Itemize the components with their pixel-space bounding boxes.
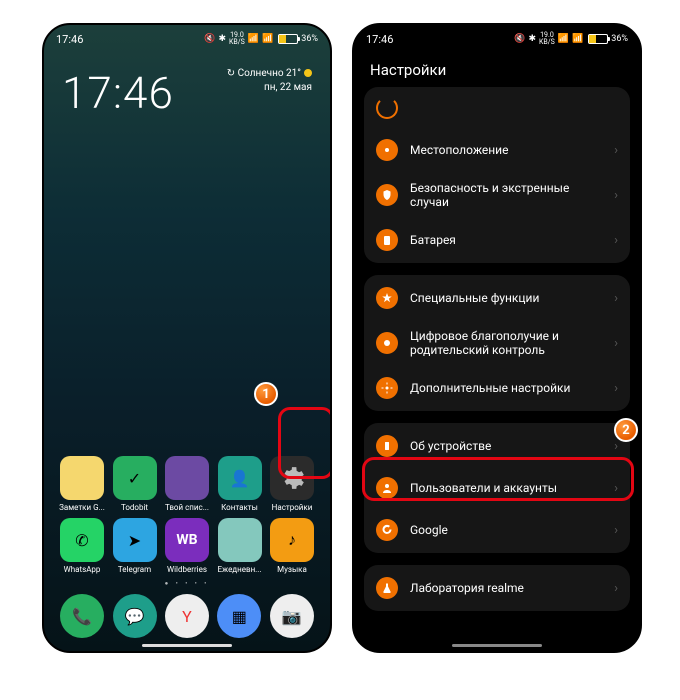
app-telegram[interactable]: ➤Telegram bbox=[109, 518, 161, 574]
clock-widget[interactable]: 17:46 bbox=[62, 67, 174, 119]
location-icon bbox=[376, 139, 398, 161]
settings-group-4: Лаборатория realme› bbox=[364, 565, 630, 611]
chevron-right-icon: › bbox=[614, 233, 618, 248]
settings-group-1: Местоположение› Безопасность и экстренны… bbox=[364, 87, 630, 263]
phone-settings: 17:46 🔇✱ 19.0KB/S 📶📶 36% Настройки Место… bbox=[352, 23, 642, 653]
dock-messages[interactable]: 💬 bbox=[113, 594, 157, 638]
settings-group-3: Об устройстве› Пользователи и аккаунты› … bbox=[364, 423, 630, 553]
chevron-right-icon: › bbox=[614, 523, 618, 538]
app-daily[interactable]: Ежедневн... bbox=[214, 518, 266, 574]
settings-row-security[interactable]: Безопасность и экстренные случаи› bbox=[364, 171, 630, 219]
status-bar: 17:46 🔇✱ 19.0KB/S 📶📶 36% bbox=[354, 25, 640, 49]
dock-browser[interactable]: Y bbox=[165, 594, 209, 638]
google-icon bbox=[376, 519, 398, 541]
settings-row-location[interactable]: Местоположение› bbox=[364, 129, 630, 171]
step-badge-1: 1 bbox=[254, 382, 278, 406]
phone-icon bbox=[376, 435, 398, 457]
dock-phone[interactable]: 📞 bbox=[60, 594, 104, 638]
battery-icon bbox=[588, 34, 608, 44]
status-icons: 🔇✱ 19.0KB/S 📶📶 36% bbox=[514, 32, 628, 46]
dock: 📞 💬 Y ▦ 📷 bbox=[44, 594, 330, 641]
status-time: 17:46 bbox=[366, 33, 393, 46]
flask-icon bbox=[376, 577, 398, 599]
status-time: 17:46 bbox=[56, 33, 83, 46]
home-indicator[interactable] bbox=[142, 644, 232, 647]
settings-row-additional[interactable]: Дополнительные настройки› bbox=[364, 367, 630, 409]
shield-icon bbox=[376, 184, 398, 206]
wellbeing-icon bbox=[376, 332, 398, 354]
settings-row-users[interactable]: Пользователи и аккаунты› bbox=[364, 467, 630, 509]
settings-row-lab[interactable]: Лаборатория realme› bbox=[364, 567, 630, 609]
status-bar: 17:46 🔇✱ 19.0KB/S 📶📶 36% bbox=[44, 25, 330, 49]
app-contacts[interactable]: 👤Контакты bbox=[214, 456, 266, 512]
chevron-right-icon: › bbox=[614, 143, 618, 158]
chevron-right-icon: › bbox=[614, 581, 618, 596]
page-indicator: ● • • • • bbox=[56, 580, 318, 587]
app-list[interactable]: Твой спис... bbox=[161, 456, 213, 512]
chevron-right-icon: › bbox=[614, 336, 618, 351]
dock-camera[interactable]: 📷 bbox=[270, 594, 314, 638]
chevron-right-icon: › bbox=[614, 439, 618, 454]
settings-row-google[interactable]: Google› bbox=[364, 509, 630, 551]
app-grid: Заметки G... ✓Todobit Твой спис... 👤Конт… bbox=[44, 456, 330, 591]
dock-gallery[interactable]: ▦ bbox=[217, 594, 261, 638]
settings-group-2: Специальные функции› Цифровое благополуч… bbox=[364, 275, 630, 411]
chevron-right-icon: › bbox=[614, 381, 618, 396]
app-wildberries[interactable]: WBWildberries bbox=[161, 518, 213, 574]
chevron-right-icon: › bbox=[614, 291, 618, 306]
app-settings[interactable]: Настройки bbox=[266, 456, 318, 512]
settings-row-special[interactable]: Специальные функции› bbox=[364, 277, 630, 319]
settings-row-wellbeing[interactable]: Цифровое благополучие и родительский кон… bbox=[364, 319, 630, 367]
step-badge-2: 2 bbox=[614, 418, 638, 442]
star-icon bbox=[376, 287, 398, 309]
app-todobit[interactable]: ✓Todobit bbox=[109, 456, 161, 512]
home-indicator[interactable] bbox=[452, 644, 542, 647]
app-whatsapp[interactable]: ✆WhatsApp bbox=[56, 518, 108, 574]
status-icons: 🔇✱ 19.0KB/S 📶📶 36% bbox=[204, 32, 318, 46]
chevron-right-icon: › bbox=[614, 188, 618, 203]
app-music[interactable]: ♪Музыка bbox=[266, 518, 318, 574]
gear-icon bbox=[279, 465, 305, 491]
app-notes[interactable]: Заметки G... bbox=[56, 456, 108, 512]
spinner-icon bbox=[376, 97, 398, 119]
battery-icon bbox=[376, 229, 398, 251]
battery-icon bbox=[278, 34, 298, 44]
settings-row-about[interactable]: Об устройстве› bbox=[364, 425, 630, 467]
chevron-right-icon: › bbox=[614, 481, 618, 496]
user-icon bbox=[376, 477, 398, 499]
page-title: Настройки bbox=[354, 49, 640, 89]
weather-widget[interactable]: ↻ Солнечно 21° пн, 22 мая bbox=[227, 67, 312, 95]
gear-icon bbox=[376, 377, 398, 399]
settings-row-battery[interactable]: Батарея› bbox=[364, 219, 630, 261]
phone-homescreen: 17:46 🔇✱ 19.0KB/S 📶📶 36% 17:46 ↻ Солнечн… bbox=[42, 23, 332, 653]
